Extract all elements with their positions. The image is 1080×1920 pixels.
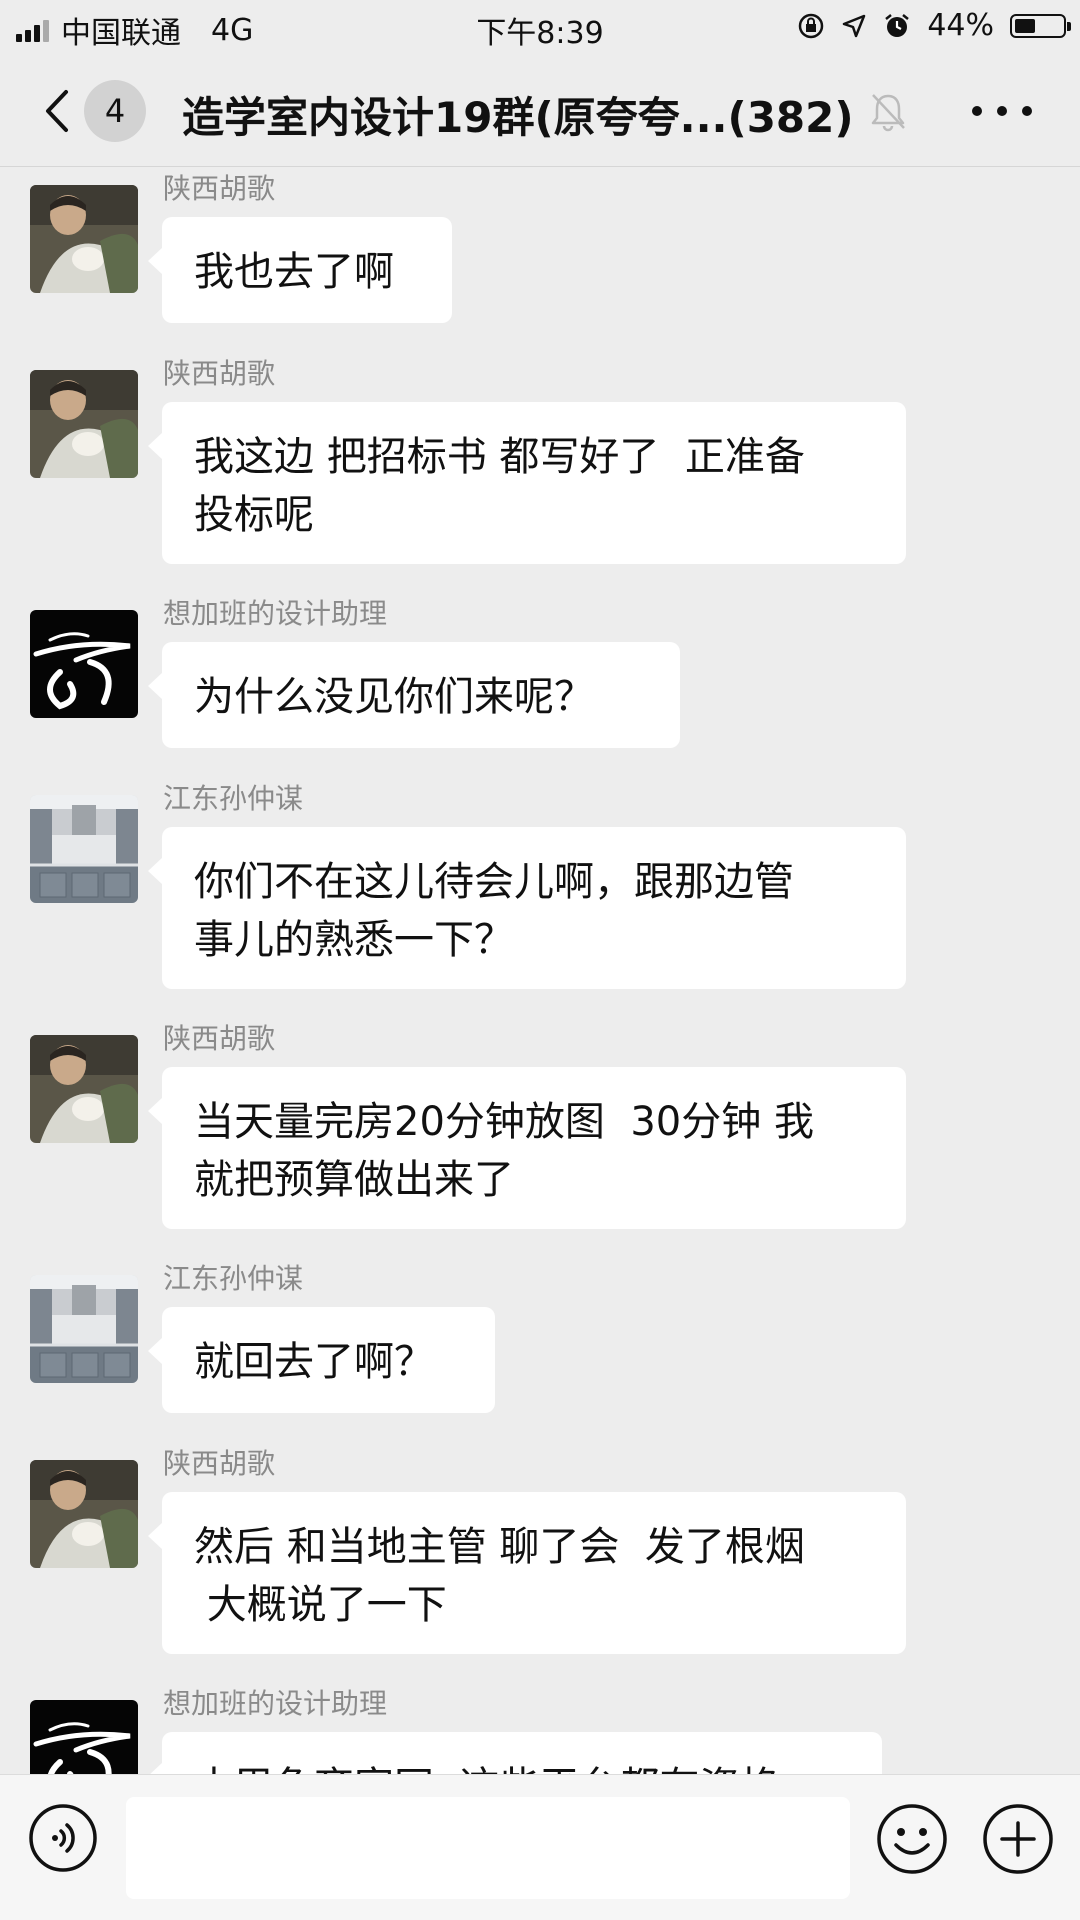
battery-icon: [1010, 13, 1071, 38]
status-bar: 中国联通 4G 下午8:39 44%: [0, 0, 1080, 56]
message-bubble[interactable]: 然后 和当地主管 聊了会 发了根烟 大概说了一下: [148, 1492, 906, 1654]
avatar-black-calligraphy[interactable]: [30, 610, 138, 718]
mute-bell-icon: [871, 94, 905, 132]
avatar-black-calligraphy[interactable]: [30, 1700, 138, 1774]
sender-name: 江东孙仲谋: [163, 1262, 304, 1295]
battery-percent: 44%: [927, 8, 994, 43]
battery-fill: [1015, 18, 1035, 33]
message-bubble[interactable]: 我这边 把招标书 都写好了 正准备 投标呢: [148, 402, 906, 564]
sender-name: 想加班的设计助理: [163, 1687, 388, 1720]
orientation-lock-icon: [799, 13, 824, 38]
avatar-photo-man-cat[interactable]: [30, 1035, 138, 1143]
message-bubble[interactable]: 当天量完房20分钟放图 30分钟 我 就把预算做出来了: [148, 1067, 906, 1229]
avatar-photo-man-cat[interactable]: [30, 185, 138, 293]
message-bubble[interactable]: 土巴兔齐家网 这些平台都有资格: [148, 1732, 882, 1774]
back-chevron-icon[interactable]: [38, 86, 78, 136]
message-bubble[interactable]: 你们不在这儿待会儿啊，跟那边管 事儿的熟悉一下？: [148, 827, 906, 989]
sender-name: 陕西胡歌: [163, 1022, 276, 1055]
avatar-kitchen-photo[interactable]: [30, 1275, 138, 1383]
voice-icon[interactable]: [28, 1803, 98, 1873]
sender-name: 陕西胡歌: [163, 172, 276, 205]
chat-screen: 中国联通 4G 下午8:39 44% 4 造学室内设计19群(原夸夸...(38…: [0, 0, 1080, 1920]
nav-bar: 4 造学室内设计19群(原夸夸...(382): [0, 56, 1080, 167]
status-right: 44%: [797, 8, 1071, 43]
chat-title[interactable]: 造学室内设计19群(原夸夸...(382): [182, 84, 854, 145]
plus-icon[interactable]: [982, 1803, 1054, 1875]
sender-name: 想加班的设计助理: [163, 597, 388, 630]
avatar-kitchen-photo[interactable]: [30, 795, 138, 903]
unread-count-badge[interactable]: 4: [84, 80, 146, 142]
message-bubble[interactable]: 为什么没见你们来呢？: [148, 642, 680, 748]
message-bubble[interactable]: 我也去了啊: [148, 217, 452, 323]
avatar-photo-man-cat[interactable]: [30, 1460, 138, 1568]
emoji-icon[interactable]: [876, 1803, 948, 1875]
location-icon: [843, 14, 866, 37]
sender-name: 江东孙仲谋: [163, 782, 304, 815]
sender-name: 陕西胡歌: [163, 1447, 276, 1480]
alarm-icon: [885, 13, 910, 37]
input-bar: [0, 1774, 1080, 1920]
more-dots-icon[interactable]: [972, 86, 1032, 136]
sender-name: 陕西胡歌: [163, 357, 276, 390]
avatar-photo-man-cat[interactable]: [30, 370, 138, 478]
message-list[interactable]: 陕西胡歌 我也去了啊 陕西胡歌 我这边 把招标书 都写好了 正准备 投标呢 想加班的设计…: [0, 167, 1080, 1774]
message-bubble[interactable]: 就回去了啊？: [148, 1307, 495, 1413]
message-input[interactable]: [126, 1797, 850, 1899]
